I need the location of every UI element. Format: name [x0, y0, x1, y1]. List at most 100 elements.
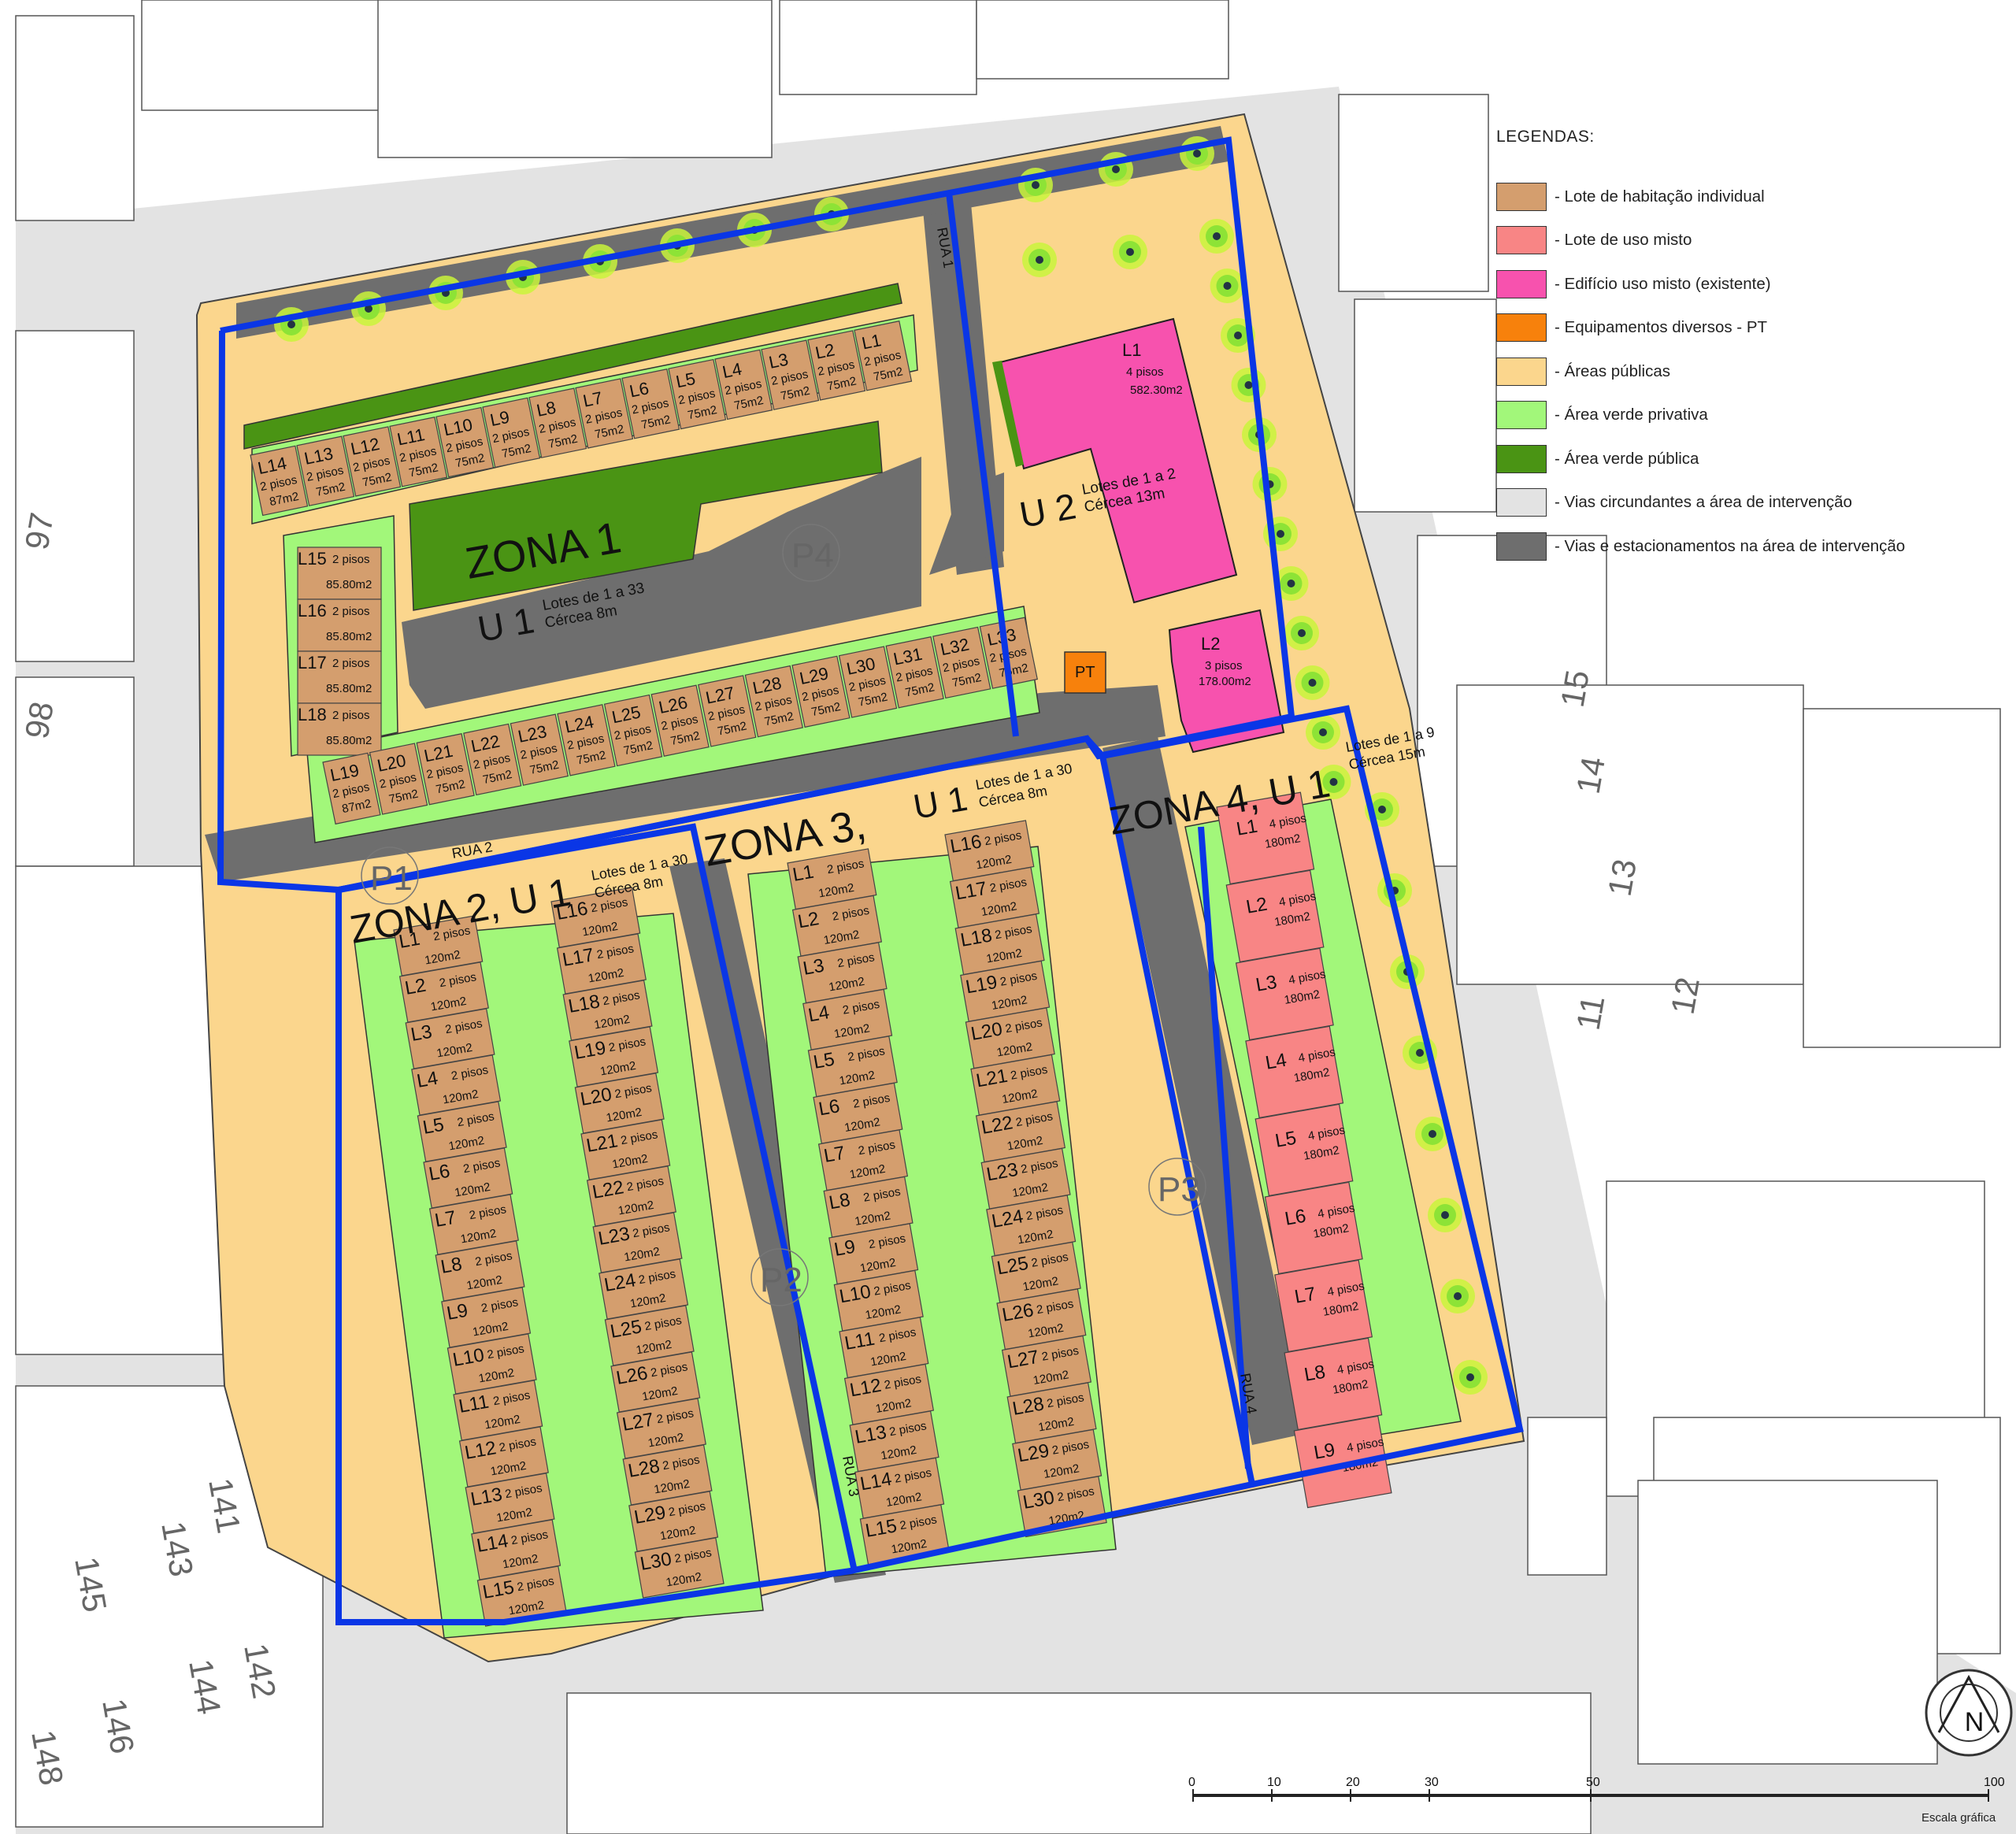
- tree-icon: [1440, 1279, 1475, 1313]
- legend-swatch: [1496, 488, 1547, 517]
- north-arrow: N: [1925, 1669, 2013, 1757]
- u2-lot1-floors: 4 pisos: [1126, 365, 1164, 379]
- pt-label: PT: [1075, 664, 1095, 681]
- tree-icon: [1306, 715, 1340, 750]
- lot-id: L1: [791, 861, 815, 886]
- tree-icon: [1284, 616, 1319, 650]
- scale-tick: 10: [1267, 1776, 1281, 1789]
- tree-icon: [1022, 243, 1057, 277]
- scale-tick: 30: [1425, 1776, 1439, 1789]
- zona1-side-lot: L18 2 pisos 85.80m2: [297, 702, 382, 756]
- lot-id: L9: [488, 407, 511, 430]
- legend-swatch: [1496, 444, 1547, 473]
- legend-item: - Lote de habitação individual: [1496, 175, 2000, 219]
- parking-label: P3: [1158, 1170, 1200, 1209]
- scale-tick: 20: [1346, 1776, 1360, 1789]
- legend-item: - Áreas públicas: [1496, 350, 2000, 394]
- context-building: [15, 330, 135, 662]
- context-building: [1354, 298, 1497, 513]
- lot-id: L6: [1283, 1206, 1307, 1230]
- context-building: [779, 0, 977, 95]
- parking-label: P1: [370, 859, 413, 898]
- lot-id: L18: [298, 705, 327, 724]
- building-number: 15: [1554, 667, 1596, 710]
- building-number: 97: [18, 509, 61, 552]
- lot-area: 85.80m2: [326, 734, 372, 747]
- lot-id: L6: [628, 378, 650, 401]
- lot-id: L2: [403, 975, 428, 999]
- lot-area: 85.80m2: [326, 682, 372, 695]
- lot-floors: 2 pisos: [332, 553, 370, 566]
- legend-swatch: [1496, 532, 1547, 561]
- scale-tick: 0: [1188, 1776, 1195, 1789]
- lot-area: 85.80m2: [326, 578, 372, 591]
- legend-item: - Equipamentos diversos - PT: [1496, 306, 2000, 350]
- zona1-side-lot: L15 2 pisos 85.80m2: [297, 546, 382, 600]
- context-building: [1456, 684, 1804, 985]
- lot-id: L4: [1264, 1050, 1288, 1074]
- lot-id: L4: [806, 1002, 831, 1026]
- context-building: [1527, 1417, 1607, 1576]
- zona4-lot: L5 4 pisos180m2: [1254, 1103, 1354, 1197]
- lot-id: L9: [1312, 1439, 1336, 1464]
- scale-tick: 50: [1586, 1776, 1600, 1789]
- tree-icon: [1199, 219, 1234, 254]
- u2-lot1-id: L1: [1122, 340, 1141, 360]
- zona4-lot: L2 4 pisos180m2: [1225, 869, 1325, 963]
- zona4-lot: L3 4 pisos180m2: [1235, 947, 1334, 1041]
- lot-id: L1: [860, 330, 883, 353]
- zona4-lot: L7 4 pisos180m2: [1274, 1259, 1373, 1353]
- legend-title: LEGENDAS:: [1496, 128, 1595, 146]
- legend-item: - Vias circundantes a área de intervençã…: [1496, 481, 2000, 525]
- lot-floors: 2 pisos: [332, 657, 370, 670]
- tree-icon: [1231, 368, 1266, 402]
- parking-label: P2: [760, 1261, 802, 1299]
- north-label: N: [1965, 1707, 1984, 1737]
- tree-icon: [1113, 235, 1147, 269]
- building-number: 14: [1569, 754, 1612, 796]
- legend-label: - Vias e estacionamentos na área de inte…: [1555, 536, 1906, 555]
- context-building: [976, 0, 1229, 80]
- context-building: [1338, 94, 1489, 292]
- lot-id: L5: [421, 1114, 446, 1139]
- lot-id: L4: [721, 359, 743, 382]
- lot-id: L7: [1293, 1284, 1317, 1308]
- u2-lot2-area: 178.00m2: [1199, 675, 1251, 688]
- legend-item: - Vias e estacionamentos na área de inte…: [1496, 524, 2000, 569]
- lot-id: L16: [298, 601, 327, 621]
- lot-id: L6: [427, 1161, 451, 1185]
- legend-label: - Equipamentos diversos - PT: [1555, 318, 1768, 337]
- legend-swatch: [1496, 226, 1547, 255]
- legend: LEGENDAS: - Lote de habitação individual…: [1496, 128, 2000, 569]
- context-building: [377, 0, 773, 158]
- tree-icon: [1428, 1198, 1462, 1232]
- lot-id: L2: [796, 908, 821, 932]
- context-building: [1803, 708, 2001, 1048]
- lot-area: 85.80m2: [326, 630, 372, 643]
- u2-lot2-floors: 3 pisos: [1205, 659, 1243, 672]
- lot-id: L3: [767, 350, 790, 372]
- tree-icon: [1295, 665, 1330, 700]
- lot-id: L7: [433, 1207, 458, 1232]
- context-building: [566, 1692, 1592, 1834]
- lot-id: L2: [813, 339, 836, 362]
- zona4-lot: L6 4 pisos180m2: [1264, 1181, 1363, 1275]
- lot-id: L8: [828, 1189, 852, 1213]
- lot-id: L3: [802, 955, 826, 980]
- lot-id: L15: [298, 549, 327, 569]
- u2-lot1-area: 582.30m2: [1130, 383, 1183, 397]
- zona4-lot: L9 4 pisos180m2: [1293, 1415, 1392, 1509]
- building-number: 12: [1664, 974, 1707, 1017]
- lot-id: L9: [445, 1300, 469, 1325]
- tree-icon: [351, 291, 386, 326]
- lot-id: L8: [1303, 1362, 1327, 1386]
- lot-id: L4: [415, 1068, 439, 1092]
- u2-lot2-id: L2: [1201, 634, 1220, 654]
- tree-icon: [1210, 269, 1245, 303]
- lot-id: L3: [410, 1021, 434, 1046]
- legend-label: - Área verde privativa: [1555, 406, 1708, 424]
- building-number: 98: [18, 698, 61, 741]
- lot-id: L5: [812, 1049, 836, 1073]
- legend-item: - Área verde privativa: [1496, 394, 2000, 438]
- lot-id: L2: [1244, 894, 1269, 918]
